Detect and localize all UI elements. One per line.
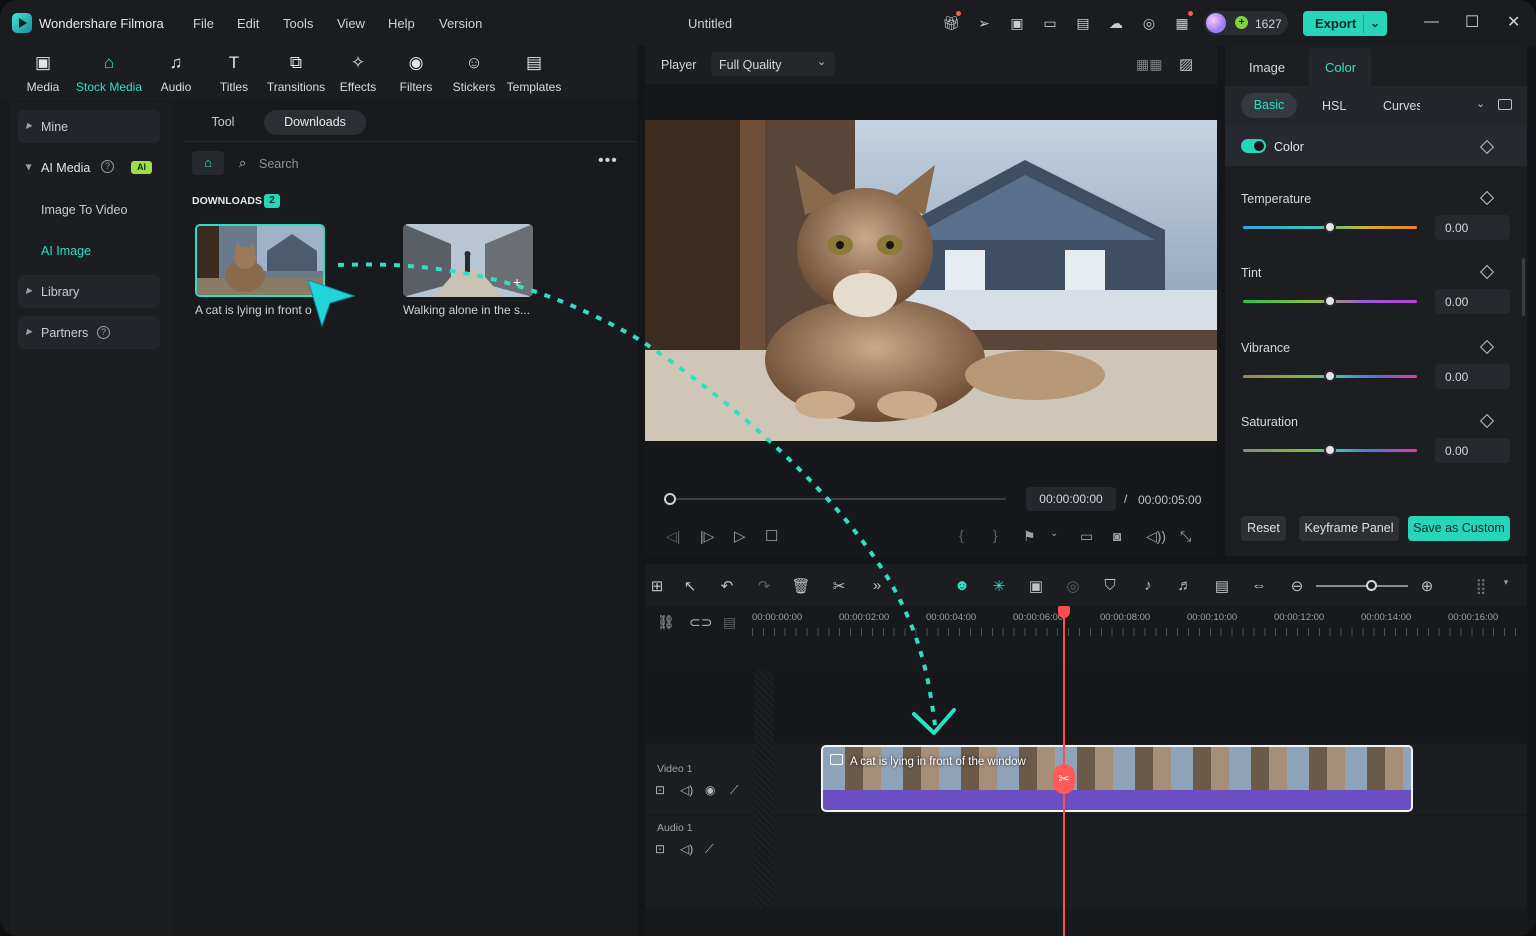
drag-annotation: [307, 262, 956, 735]
cursor-pointer-icon: [307, 279, 356, 328]
filmora-window: Wondershare Filmora File Edit Tools View…: [0, 0, 1536, 936]
drag-path: [337, 262, 937, 726]
